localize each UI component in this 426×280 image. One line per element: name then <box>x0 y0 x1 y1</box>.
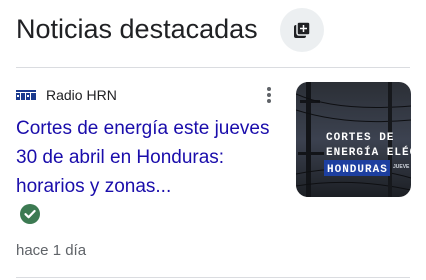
divider <box>16 277 410 278</box>
radio-hrn-logo <box>16 90 36 100</box>
thumbnail-text-line1: CORTES DE <box>326 132 394 144</box>
section-title: Noticias destacadas <box>16 14 258 44</box>
source-row: Radio HRN <box>16 86 117 104</box>
thumbnail-text-line2: ENERGÍA ELÉCT <box>326 145 411 159</box>
article-thumbnail[interactable]: CORTES DE ENERGÍA ELÉCT HONDURAS JUEVE <box>296 82 411 197</box>
add-to-library-icon <box>294 21 311 38</box>
section-header: Noticias destacadas <box>16 8 416 52</box>
thumbnail-banner: HONDURAS <box>327 164 388 176</box>
verified-check-icon <box>20 204 40 224</box>
headline-link[interactable]: Cortes de energía este jueves 30 de abri… <box>16 114 288 201</box>
more-vert-icon <box>267 87 271 91</box>
news-card[interactable]: Radio HRN Cortes de energía este jueves … <box>16 68 411 278</box>
source-name: Radio HRN <box>46 87 117 103</box>
thumbnail-side-text: JUEVE <box>393 164 410 170</box>
published-time: hace 1 día <box>16 242 87 259</box>
add-to-library-button[interactable] <box>280 8 324 52</box>
more-options-button[interactable] <box>262 86 276 104</box>
news-panel: Noticias destacadas Radio HRN Cortes de … <box>0 0 426 280</box>
